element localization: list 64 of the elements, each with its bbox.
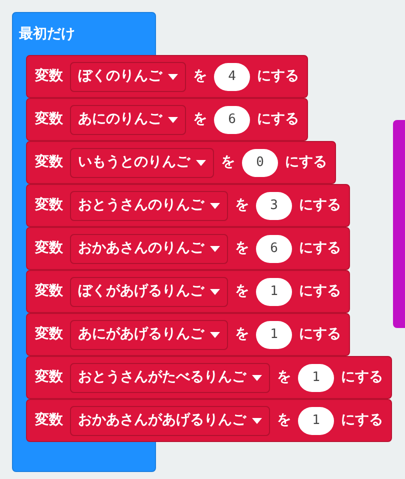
- block-suffix: にする: [341, 411, 383, 430]
- caret-icon: [196, 160, 206, 166]
- block-particle: を: [235, 325, 249, 344]
- number-field[interactable]: 1: [256, 320, 292, 348]
- event-title: 最初だけ: [19, 24, 75, 44]
- caret-icon: [210, 332, 220, 338]
- caret-icon: [168, 116, 178, 122]
- block-particle: を: [193, 110, 207, 129]
- caret-icon: [210, 288, 220, 294]
- set-variable-block[interactable]: 変数 おとうさんがたべるりんご を 1 にする: [26, 356, 392, 399]
- block-suffix: にする: [299, 325, 341, 344]
- caret-icon: [252, 418, 262, 424]
- block-keyword: 変数: [35, 196, 63, 215]
- block-keyword: 変数: [35, 238, 63, 258]
- block-keyword: 変数: [35, 110, 63, 129]
- set-variable-block[interactable]: 変数 あにのりんご を 6 にする: [26, 98, 308, 141]
- block-suffix: にする: [299, 239, 341, 258]
- block-particle: を: [235, 282, 249, 301]
- set-variable-block[interactable]: 変数 ぼくのりんご を 4 にする: [26, 55, 308, 98]
- set-variable-block[interactable]: 変数 ぼくがあげるりんご を 1 にする: [26, 270, 350, 313]
- set-variable-block[interactable]: 変数 いもうとのりんご を 0 にする: [26, 141, 336, 184]
- set-variable-block[interactable]: 変数 おとうさんのりんご を 3 にする: [26, 184, 350, 227]
- variable-dropdown[interactable]: おとうさんがたべるりんご: [70, 362, 270, 392]
- block-particle: を: [235, 196, 249, 215]
- number-field[interactable]: 1: [256, 278, 292, 306]
- caret-icon: [210, 202, 220, 208]
- variable-dropdown[interactable]: おかあさんがあげるりんご: [70, 406, 270, 436]
- block-suffix: にする: [341, 368, 383, 387]
- number-field[interactable]: 4: [214, 62, 250, 90]
- block-keyword: 変数: [35, 66, 63, 86]
- block-particle: を: [235, 239, 249, 258]
- block-keyword: 変数: [35, 410, 63, 430]
- variable-dropdown[interactable]: あにのりんご: [70, 104, 186, 134]
- block-suffix: にする: [257, 67, 299, 86]
- number-field[interactable]: 1: [298, 364, 334, 392]
- block-particle: を: [277, 368, 291, 387]
- block-particle: を: [277, 411, 291, 430]
- variable-dropdown[interactable]: ぼくのりんご: [70, 62, 186, 92]
- number-field[interactable]: 6: [214, 106, 250, 134]
- number-field[interactable]: 3: [256, 192, 292, 220]
- block-suffix: にする: [257, 110, 299, 129]
- number-field[interactable]: 1: [298, 406, 334, 434]
- block-keyword: 変数: [35, 368, 63, 387]
- block-keyword: 変数: [35, 282, 63, 301]
- caret-icon: [252, 374, 262, 380]
- caret-icon: [210, 246, 220, 252]
- variable-dropdown[interactable]: おかあさんのりんご: [70, 234, 228, 264]
- number-field[interactable]: 0: [242, 148, 278, 176]
- block-keyword: 変数: [35, 324, 63, 344]
- block-particle: を: [221, 153, 235, 172]
- block-suffix: にする: [285, 153, 327, 172]
- block-particle: を: [193, 67, 207, 86]
- variable-dropdown[interactable]: いもうとのりんご: [70, 148, 214, 178]
- block-suffix: にする: [299, 196, 341, 215]
- number-field[interactable]: 6: [256, 234, 292, 262]
- variable-dropdown[interactable]: おとうさんのりんご: [70, 190, 228, 220]
- set-variable-block[interactable]: 変数 おかあさんのりんご を 6 にする: [26, 227, 350, 270]
- block-keyword: 変数: [35, 152, 63, 172]
- caret-icon: [168, 74, 178, 80]
- variable-dropdown[interactable]: ぼくがあげるりんご: [70, 276, 228, 306]
- variable-dropdown[interactable]: あにがあげるりんご: [70, 320, 228, 350]
- block-suffix: にする: [299, 282, 341, 301]
- set-variable-block[interactable]: 変数 おかあさんがあげるりんご を 1 にする: [26, 399, 392, 442]
- set-variable-block[interactable]: 変数 あにがあげるりんご を 1 にする: [26, 313, 350, 356]
